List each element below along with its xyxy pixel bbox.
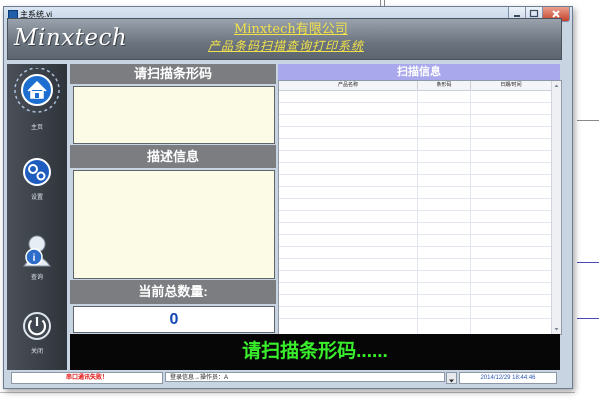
scan-info-header: 扫描信息 bbox=[278, 64, 560, 80]
table-row bbox=[279, 162, 551, 163]
sidebar-item-label: 设置 bbox=[30, 195, 43, 201]
table-row bbox=[279, 150, 551, 151]
sidebar-item-close[interactable]: 关闭 bbox=[7, 310, 67, 360]
table-row bbox=[279, 306, 551, 307]
column-header-datetime[interactable]: 日期/时间 bbox=[471, 81, 552, 91]
chevron-down-icon bbox=[449, 379, 454, 383]
table-row bbox=[279, 270, 551, 271]
background-line bbox=[577, 120, 599, 121]
table-row bbox=[279, 198, 551, 199]
sidebar-item-settings[interactable]: 设置 bbox=[7, 156, 67, 204]
home-icon bbox=[14, 67, 60, 113]
scan-info-table[interactable]: 产品名称 条形码 日期/时间 bbox=[278, 80, 562, 335]
table-row bbox=[279, 294, 551, 295]
login-info: 登录信息→操作员：A bbox=[165, 372, 445, 382]
system-name: 产品条码扫描查询打印系统 bbox=[208, 39, 365, 53]
serial-status: 串口通讯失败！ bbox=[11, 372, 163, 384]
background-line bbox=[577, 262, 599, 263]
table-row bbox=[279, 318, 551, 319]
table-row bbox=[279, 186, 551, 187]
sidebar-item-home[interactable]: 主页 bbox=[7, 67, 67, 131]
table-row bbox=[279, 102, 551, 103]
barcode-input[interactable] bbox=[73, 86, 275, 144]
gears-icon bbox=[23, 158, 51, 186]
count-label: 当前总数量: bbox=[70, 280, 276, 304]
description-textarea[interactable] bbox=[73, 170, 275, 279]
sidebar-item-label: 查询 bbox=[30, 275, 43, 281]
vertical-scrollbar[interactable] bbox=[551, 81, 561, 334]
column-header-barcode[interactable]: 条形码 bbox=[418, 81, 471, 91]
description-header: 描述信息 bbox=[70, 145, 276, 168]
background-line bbox=[577, 318, 599, 319]
login-dropdown-button[interactable] bbox=[446, 372, 457, 384]
status-bar: 串口通讯失败！ 登录信息→操作员：A 2014/12/29 18:44:46 bbox=[7, 372, 560, 384]
company-name: Minxtech有限公司 bbox=[234, 22, 348, 37]
power-icon bbox=[23, 312, 51, 340]
table-row bbox=[279, 210, 551, 211]
sidebar-item-label: 关闭 bbox=[30, 349, 43, 355]
table-row bbox=[279, 174, 551, 175]
sidebar-item-label: 主页 bbox=[30, 125, 43, 131]
table-row bbox=[279, 258, 551, 259]
app-header: Minxtech Minxtech有限公司 产品条码扫描查询打印系统 bbox=[7, 18, 562, 60]
scan-barcode-header: 请扫描条形码 bbox=[70, 64, 276, 84]
table-row bbox=[279, 126, 551, 127]
table-row bbox=[279, 114, 551, 115]
background-line bbox=[0, 392, 575, 393]
datetime-display: 2014/12/29 18:44:46 bbox=[459, 372, 557, 384]
search-user-icon: i bbox=[23, 235, 51, 267]
table-row bbox=[279, 246, 551, 247]
column-header-product-name[interactable]: 产品名称 bbox=[279, 81, 418, 91]
svg-text:i: i bbox=[33, 253, 36, 264]
logo: Minxtech bbox=[14, 25, 128, 51]
status-banner: 请扫描条形码...... bbox=[70, 334, 560, 370]
table-row bbox=[279, 282, 551, 283]
sidebar: 主页 设置 i 查询 关闭 bbox=[7, 64, 67, 370]
scroll-arrows-icon bbox=[554, 84, 559, 331]
sidebar-item-query[interactable]: i 查询 bbox=[7, 232, 67, 281]
table-row bbox=[279, 222, 551, 223]
count-value: 0 bbox=[73, 306, 275, 333]
table-row bbox=[279, 138, 551, 139]
table-row bbox=[279, 234, 551, 235]
